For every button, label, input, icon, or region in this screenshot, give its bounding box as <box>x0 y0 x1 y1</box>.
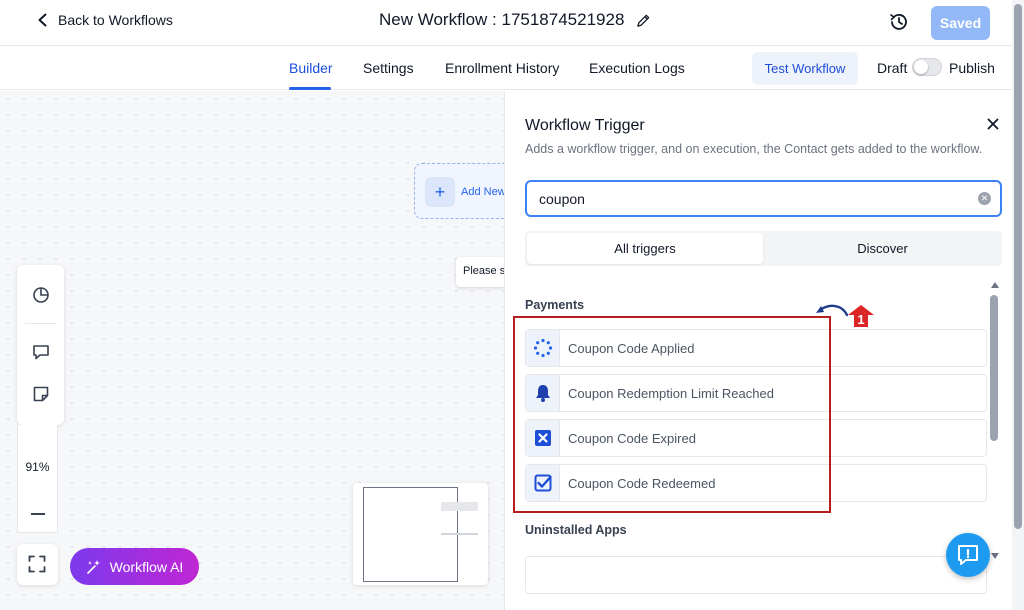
zoom-level: 91% <box>25 460 50 474</box>
tab-all-triggers[interactable]: All triggers <box>527 233 763 264</box>
workflow-title-text: New Workflow : 1751874521928 <box>379 10 625 29</box>
back-to-workflows-link[interactable]: Back to Workflows <box>36 12 173 28</box>
back-label: Back to Workflows <box>58 12 173 28</box>
window-scrollbar-thumb[interactable] <box>1014 4 1022 529</box>
workflow-ai-button[interactable]: Workflow AI <box>70 548 199 585</box>
workflow-nav: Builder Settings Enrollment History Exec… <box>0 46 1024 90</box>
sticky-note-icon[interactable] <box>31 384 51 404</box>
close-icon[interactable] <box>985 116 1001 132</box>
help-chat-button[interactable] <box>946 533 990 577</box>
workflow-title: New Workflow : 1751874521928 <box>379 10 651 30</box>
top-bar: Back to Workflows New Workflow : 1751874… <box>0 0 1024 46</box>
draft-label: Draft <box>877 60 908 76</box>
zoom-controls: 91% <box>17 425 58 533</box>
canvas-hint-tooltip: Please s <box>456 257 506 287</box>
section-payments: Payments <box>525 298 585 312</box>
section-uninstalled-apps: Uninstalled Apps <box>525 523 627 537</box>
panel-scrollbar-thumb[interactable] <box>990 295 998 441</box>
minimap-node <box>441 533 478 535</box>
curved-arrow-icon <box>816 304 849 317</box>
step-badge-icon: 1 <box>848 305 874 327</box>
toggle-knob <box>914 60 928 74</box>
plus-icon: + <box>425 177 455 207</box>
sparkle-wand-icon <box>86 559 100 574</box>
publish-label: Publish <box>949 60 995 76</box>
history-clock-icon[interactable] <box>888 11 910 33</box>
window-scrollbar[interactable] <box>1012 0 1024 610</box>
add-new-trigger-card[interactable]: + Add New <box>414 163 514 219</box>
panel-title: Workflow Trigger <box>525 117 645 134</box>
highlight-box <box>513 316 831 513</box>
active-tab-indicator <box>289 87 331 90</box>
trigger-filter-tabs: All triggers Discover <box>525 231 1002 266</box>
comment-icon[interactable] <box>31 342 51 362</box>
pencil-icon[interactable] <box>636 13 651 28</box>
fit-to-screen-button[interactable] <box>17 544 58 585</box>
tab-settings[interactable]: Settings <box>363 60 414 76</box>
expand-icon <box>28 555 46 573</box>
toolbar-divider <box>25 323 56 324</box>
test-workflow-button[interactable]: Test Workflow <box>752 52 858 85</box>
tab-builder[interactable]: Builder <box>289 60 333 76</box>
scroll-down-arrow[interactable] <box>991 553 999 559</box>
saved-button[interactable]: Saved <box>931 6 990 40</box>
canvas-toolbar <box>17 265 64 425</box>
chat-alert-icon <box>958 545 978 565</box>
trigger-item-partial[interactable] <box>525 556 987 594</box>
tab-discover[interactable]: Discover <box>765 233 1000 264</box>
pie-chart-icon[interactable] <box>31 285 51 305</box>
publish-toggle[interactable] <box>912 58 942 76</box>
tab-enrollment-history[interactable]: Enrollment History <box>445 60 559 76</box>
workflow-ai-label: Workflow AI <box>109 558 184 575</box>
scroll-up-arrow[interactable] <box>991 282 999 288</box>
canvas-minimap[interactable] <box>353 483 488 585</box>
add-new-label: Add New <box>461 186 506 198</box>
tab-execution-logs[interactable]: Execution Logs <box>589 60 685 76</box>
minimap-node <box>441 502 478 511</box>
clear-search-icon[interactable]: ✕ <box>978 192 991 205</box>
zoom-out-button[interactable] <box>31 513 45 515</box>
search-value: coupon <box>539 191 585 207</box>
chevron-left-icon <box>38 13 47 27</box>
trigger-search-input[interactable]: coupon ✕ <box>525 180 1002 217</box>
panel-description: Adds a workflow trigger, and on executio… <box>525 142 983 156</box>
step-badge-number: 1 <box>857 312 864 327</box>
